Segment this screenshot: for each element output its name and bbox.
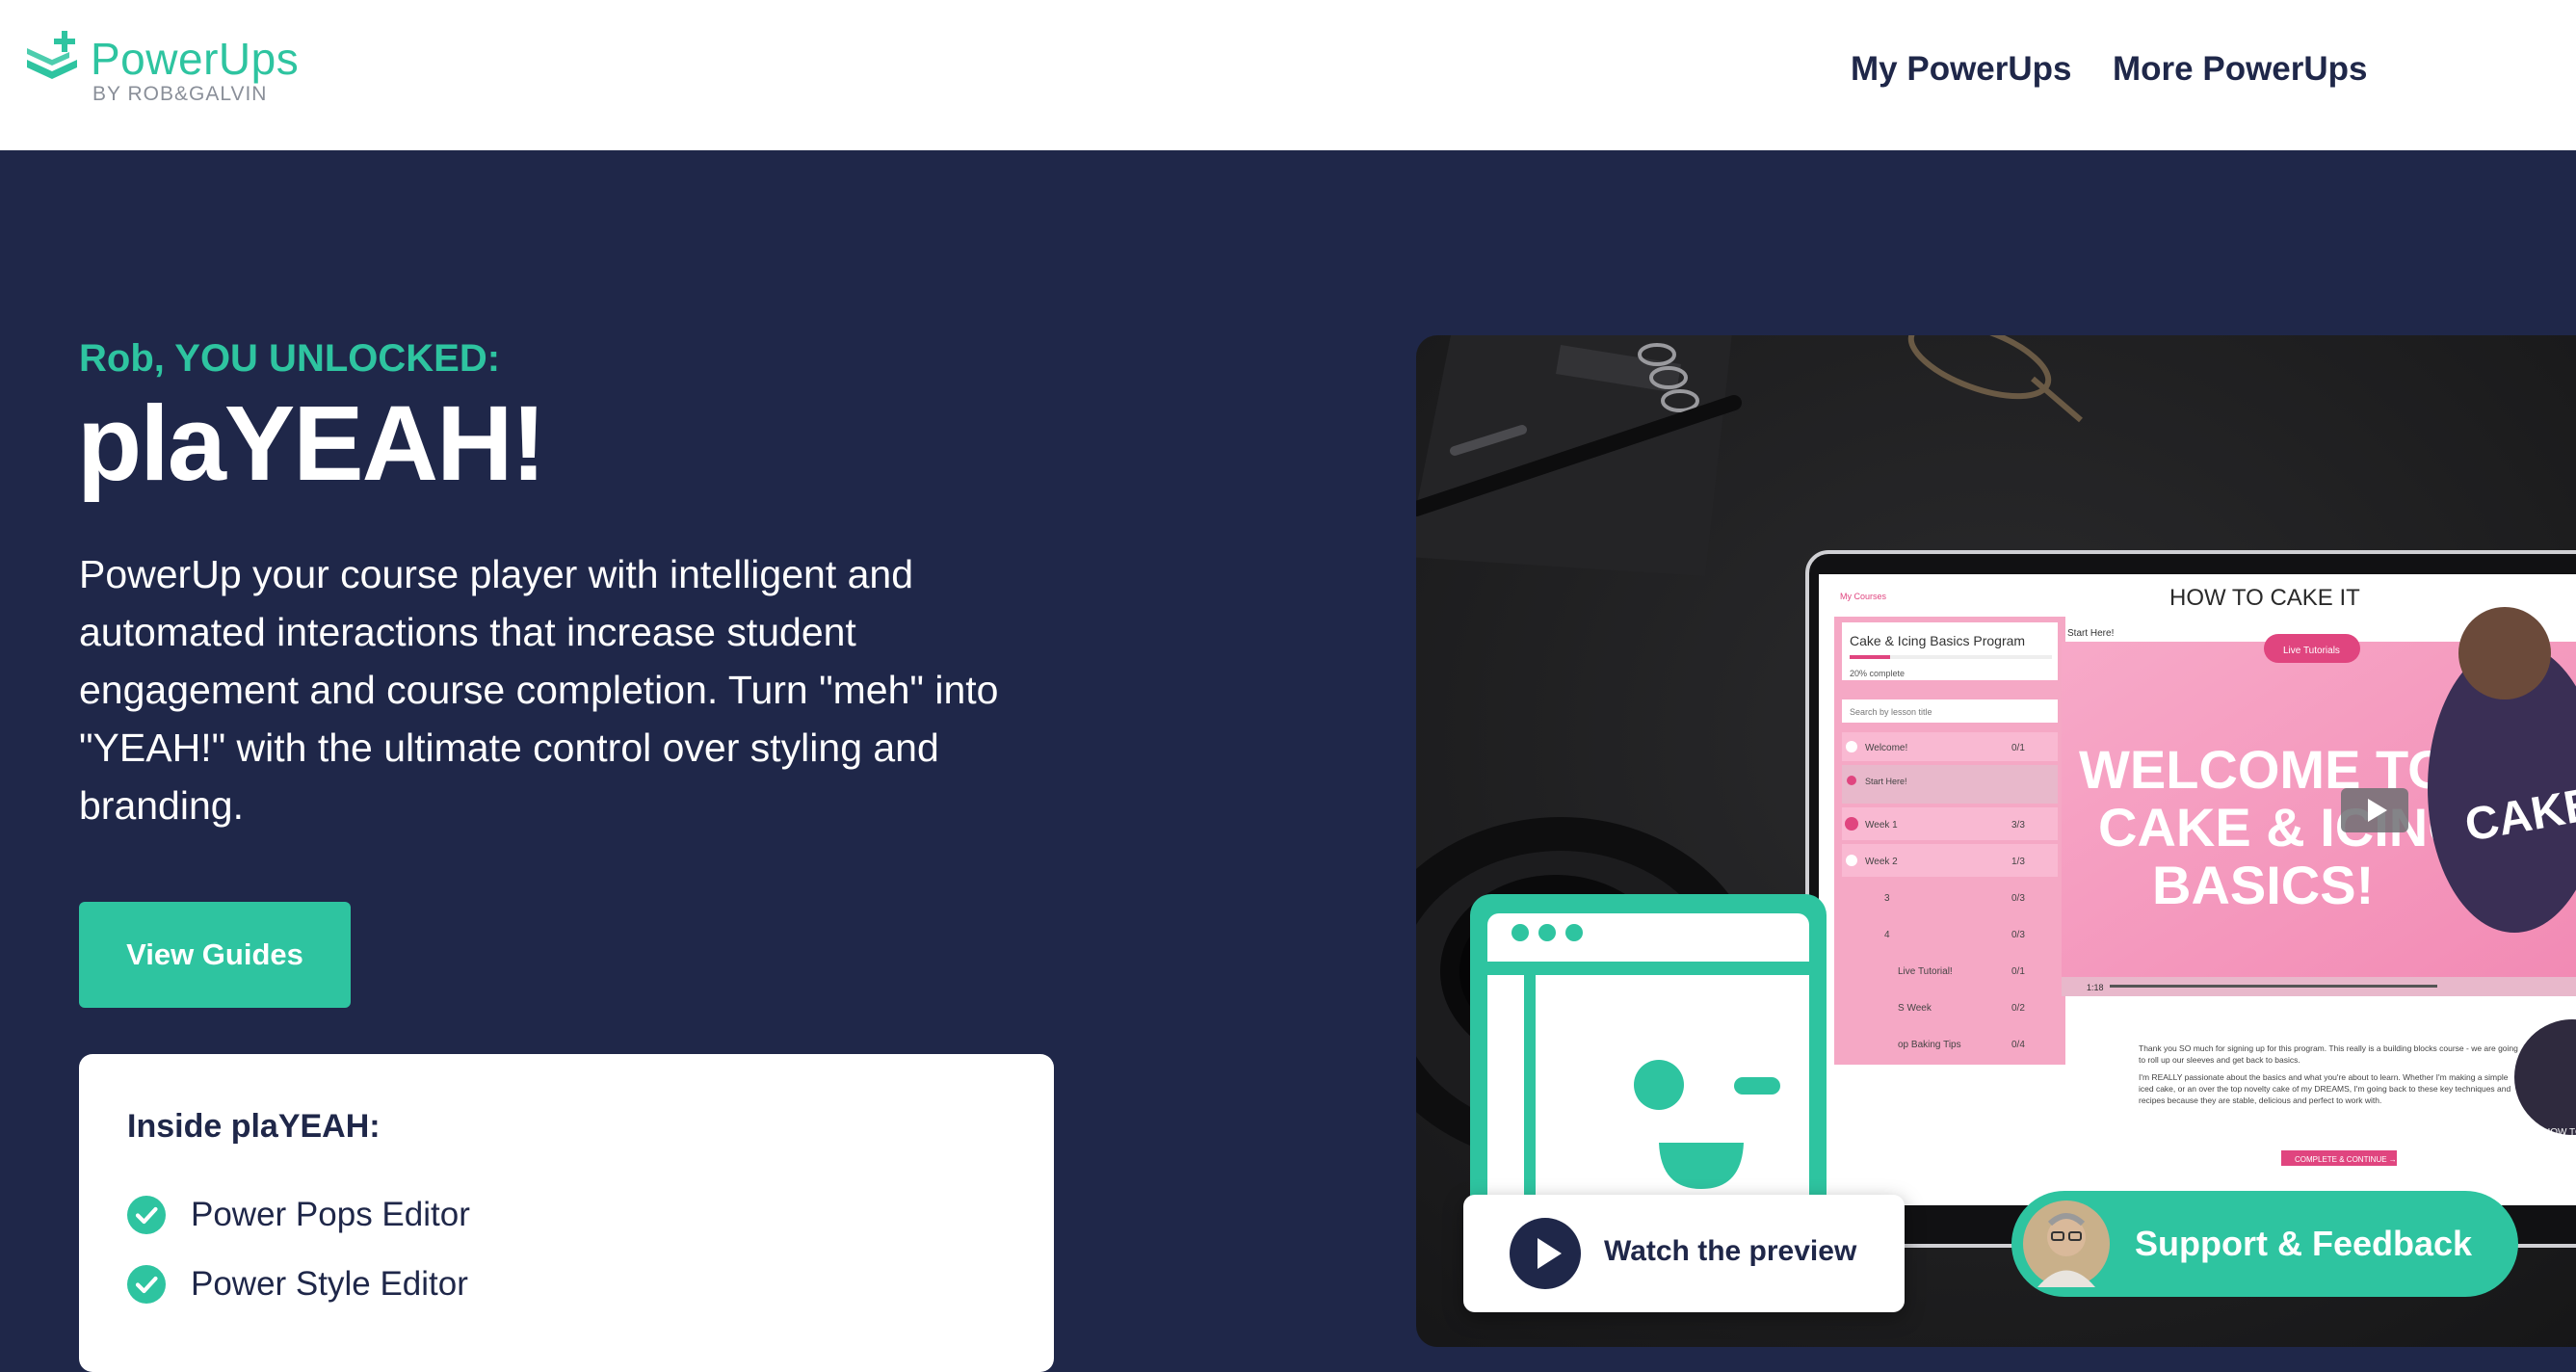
lesson-body-1: Thank you SO much for signing up for thi… (2139, 1043, 2518, 1065)
progress-label: 20% complete (1850, 669, 1905, 678)
complete-continue: COMPLETE & CONTINUE → (2295, 1155, 2397, 1164)
play-icon (1510, 1218, 1581, 1289)
feature-item: Power Style Editor (127, 1264, 468, 1305)
lesson-count: 0/1 (2011, 743, 2025, 753)
feature-item: Power Pops Editor (127, 1195, 470, 1235)
lesson-title: Week 2 (1865, 857, 1898, 867)
course-title: Cake & Icing Basics Program (1850, 633, 2025, 648)
lesson-count: 0/1 (2011, 966, 2025, 977)
check-circle-icon (127, 1265, 166, 1304)
support-feedback-label: Support & Feedback (2135, 1224, 2473, 1263)
svg-text:CAKE & ICING: CAKE & ICING (2098, 797, 2470, 858)
feature-label: Power Pops Editor (191, 1196, 470, 1233)
lesson-title: Live Tutorial! (1898, 966, 1953, 977)
lesson-count: 0/3 (2011, 893, 2025, 904)
lesson-title: Welcome! (1865, 743, 1907, 753)
how-to-cake-it-logo: HOW TO CAKE IT (2169, 585, 2360, 611)
svg-text:BASICS!: BASICS! (2152, 855, 2374, 915)
lesson-search: Search by lesson title (1850, 707, 1932, 717)
nav-my-powerups[interactable]: My PowerUps (1851, 50, 2072, 89)
lesson-title: 3 (1884, 893, 1890, 904)
course-progress-fill (1850, 655, 1890, 659)
laptop-mockup: My Courses HOW TO CAKE IT Cake & Icing B… (1805, 550, 2576, 1248)
lesson-body-2: I'm REALLY passionate about the basics a… (2139, 1072, 2511, 1105)
page-title: plaYEAH! (77, 384, 546, 503)
lesson-title: op Baking Tips (1898, 1040, 1961, 1050)
inside-title: Inside plaYEAH: (127, 1108, 381, 1145)
lesson-title: Start Here! (1865, 777, 1907, 786)
watch-preview-label: Watch the preview (1604, 1235, 1857, 1267)
support-feedback-button[interactable]: Support & Feedback (2011, 1191, 2518, 1297)
lesson-count: 3/3 (2011, 820, 2025, 831)
video-header: Start Here! (2067, 628, 2114, 639)
feature-label: Power Style Editor (191, 1265, 468, 1303)
notebook-illustration (1416, 335, 1742, 576)
view-guides-button[interactable]: View Guides (79, 902, 351, 1008)
inside-card: Inside plaYEAH: Power Pops Editor Power … (79, 1054, 1054, 1372)
avatar (2023, 1200, 2110, 1287)
lesson-count: 0/4 (2011, 1040, 2025, 1050)
nav-more-powerups[interactable]: More PowerUps (2113, 50, 2368, 89)
video-time: 1:18 (2087, 983, 2104, 992)
mini-cake-logo: HOW TO CAKE IT (2543, 1127, 2576, 1138)
lesson-count: 0/2 (2011, 1003, 2025, 1014)
back-link: My Courses (1840, 592, 1887, 601)
stacked-layers-logo-icon (27, 31, 77, 79)
brand-name: PowerUps (91, 34, 300, 84)
watch-preview-button[interactable]: Watch the preview (1463, 1195, 1905, 1312)
lesson-title: S Week (1898, 1003, 1932, 1014)
unlock-eyebrow: Rob, YOU UNLOCKED: (79, 337, 501, 380)
live-badge: Live Tutorials (2283, 646, 2340, 656)
site-header: PowerUps BY ROB&GALVIN My PowerUps More … (0, 0, 2576, 150)
lesson-count: 0/3 (2011, 930, 2025, 940)
lesson-title: 4 (1884, 930, 1890, 940)
hero-description: PowerUp your course player with intellig… (79, 552, 999, 828)
lesson-title: Week 1 (1865, 820, 1898, 831)
powerups-logo[interactable]: PowerUps BY ROB&GALVIN (23, 27, 331, 114)
lesson-count: 1/3 (2011, 857, 2025, 867)
brand-byline: BY ROB&GALVIN (92, 83, 268, 105)
check-circle-icon (127, 1196, 166, 1234)
